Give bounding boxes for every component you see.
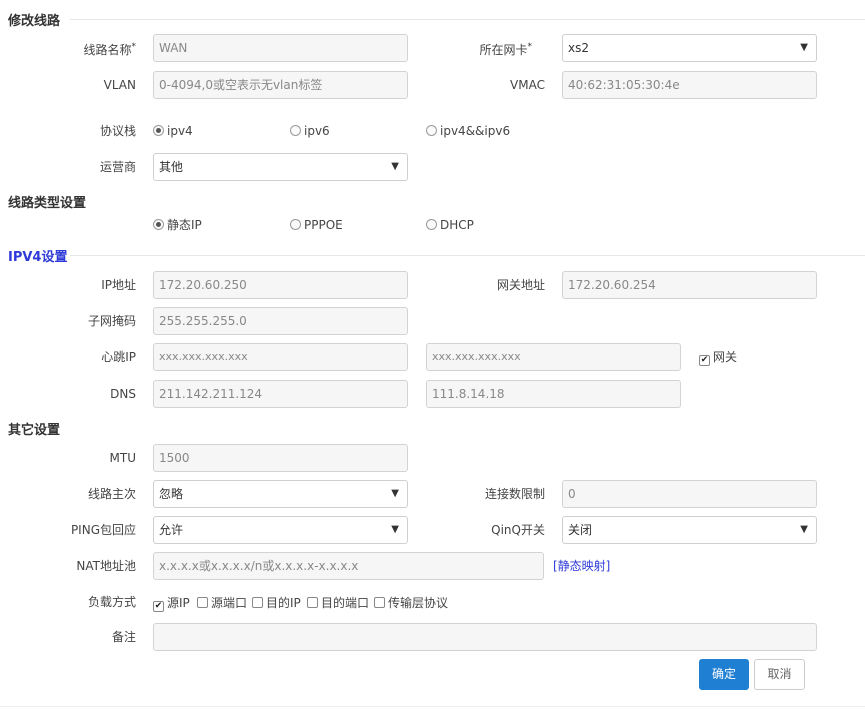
line-type-radio-dhcp[interactable]: DHCP — [426, 217, 474, 233]
gateway-label: 网关地址 — [496, 278, 545, 292]
section-title-line-type: 线路类型设置 — [8, 196, 87, 211]
radio-icon — [153, 219, 164, 230]
radio-icon — [153, 125, 164, 136]
protocol-label: 协议栈 — [99, 124, 136, 138]
qinq-label: QinQ开关 — [491, 523, 545, 537]
dns-label: DNS — [110, 387, 136, 401]
vlan-input[interactable]: 0-4094,0或空表示无vlan标签 — [153, 71, 408, 99]
protocol-radio-ipv4[interactable]: ipv4 — [153, 123, 193, 139]
heartbeat-gateway-checkbox[interactable]: ✔ 网关 — [699, 349, 737, 366]
heartbeat-input-2[interactable]: xxx.xxx.xxx.xxx — [426, 343, 681, 371]
nat-pool-label: NAT地址池 — [76, 559, 136, 573]
checkbox-checked-icon: ✔ — [699, 355, 710, 366]
mtu-input[interactable]: 1500 — [153, 444, 408, 472]
checkbox-icon — [252, 597, 263, 608]
vmac-input[interactable]: 40:62:31:05:30:4e — [562, 71, 817, 99]
load-balance-src-port[interactable]: 源端口 — [197, 595, 247, 611]
remark-input[interactable] — [153, 623, 817, 651]
isp-select[interactable]: 其他 ▼ — [153, 153, 408, 181]
gateway-input[interactable]: 172.20.60.254 — [562, 271, 817, 299]
radio-icon — [426, 219, 437, 230]
vlan-label: VLAN — [103, 78, 136, 92]
nic-label: 所在网卡* — [479, 42, 532, 57]
divider — [70, 255, 865, 256]
ping-label: PING包回应 — [70, 523, 136, 537]
chevron-down-icon: ▼ — [391, 524, 399, 535]
line-name-label: 线路名称* — [83, 42, 136, 57]
dns-input-2[interactable]: 111.8.14.18 — [426, 380, 681, 408]
load-balance-label: 负载方式 — [87, 595, 136, 609]
nic-select[interactable]: xs2 ▼ — [562, 34, 817, 62]
checkbox-icon — [307, 597, 318, 608]
section-title-other: 其它设置 — [8, 423, 61, 438]
ip-label: IP地址 — [101, 278, 136, 292]
section-title-edit-line: 修改线路 — [8, 14, 61, 29]
heartbeat-input-1[interactable]: xxx.xxx.xxx.xxx — [153, 343, 408, 371]
bottom-divider — [0, 706, 865, 707]
remark-label: 备注 — [111, 630, 136, 644]
priority-select[interactable]: 忽略 ▼ — [153, 480, 408, 508]
isp-label: 运营商 — [99, 160, 136, 174]
checkbox-checked-icon: ✔ — [153, 601, 164, 612]
mtu-label: MTU — [109, 451, 136, 465]
ip-input[interactable]: 172.20.60.250 — [153, 271, 408, 299]
priority-label: 线路主次 — [87, 487, 136, 501]
divider — [70, 19, 865, 20]
ping-select[interactable]: 允许 ▼ — [153, 516, 408, 544]
load-balance-src-ip[interactable]: ✔ 源IP — [153, 595, 190, 612]
line-name-input[interactable]: WAN — [153, 34, 408, 62]
radio-icon — [290, 219, 301, 230]
load-balance-dst-port[interactable]: 目的端口 — [307, 595, 369, 611]
radio-icon — [426, 125, 437, 136]
load-balance-dst-ip[interactable]: 目的IP — [252, 595, 301, 611]
netmask-label: 子网掩码 — [87, 314, 136, 328]
confirm-button[interactable]: 确定 — [699, 659, 749, 690]
checkbox-icon — [374, 597, 385, 608]
section-title-ipv4: IPV4设置 — [8, 250, 68, 265]
conn-limit-label: 连接数限制 — [484, 487, 545, 501]
chevron-down-icon: ▼ — [391, 488, 399, 499]
vmac-label: VMAC — [510, 78, 545, 92]
qinq-select[interactable]: 关闭 ▼ — [562, 516, 817, 544]
line-type-radio-static[interactable]: 静态IP — [153, 217, 202, 233]
line-type-radio-pppoe[interactable]: PPPOE — [290, 217, 343, 233]
chevron-down-icon: ▼ — [800, 42, 808, 53]
heartbeat-label: 心跳IP — [101, 350, 136, 364]
netmask-input[interactable]: 255.255.255.0 — [153, 307, 408, 335]
cancel-button[interactable]: 取消 — [754, 659, 805, 690]
load-balance-transport[interactable]: 传输层协议 — [374, 595, 448, 611]
protocol-radio-ipv6[interactable]: ipv6 — [290, 123, 330, 139]
radio-icon — [290, 125, 301, 136]
nat-pool-input[interactable]: x.x.x.x或x.x.x.x/n或x.x.x.x-x.x.x.x — [153, 552, 544, 580]
chevron-down-icon: ▼ — [391, 161, 399, 172]
conn-limit-input[interactable]: 0 — [562, 480, 817, 508]
chevron-down-icon: ▼ — [800, 524, 808, 535]
static-mapping-link[interactable]: [静态映射] — [553, 552, 610, 580]
dns-input-1[interactable]: 211.142.211.124 — [153, 380, 408, 408]
checkbox-icon — [197, 597, 208, 608]
protocol-radio-dual[interactable]: ipv4&&ipv6 — [426, 123, 510, 139]
